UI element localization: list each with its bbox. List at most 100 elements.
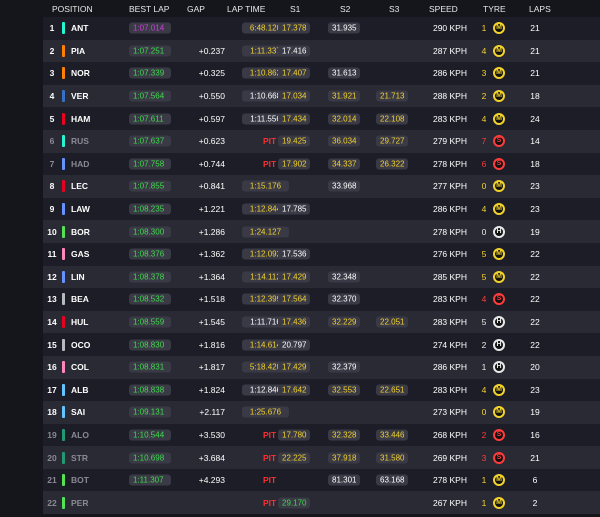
sector-2: 31.935 bbox=[328, 22, 361, 34]
driver-row[interactable]: 14 HUL 1:08.559 +1.545 1:11.716 17.436 32.229 2… bbox=[43, 310, 600, 334]
position: 6 bbox=[49, 136, 55, 147]
team-color-bar bbox=[62, 361, 65, 374]
tyre-age: 4 bbox=[481, 384, 487, 395]
sector-3: 22.108 bbox=[376, 113, 409, 125]
medium-tyre-icon: M bbox=[493, 406, 505, 419]
driver-row[interactable]: 6 RUS 1:07.637 +0.623 PIT 19.425 36.034 29.727 2… bbox=[43, 129, 600, 153]
laps: 24 bbox=[530, 113, 540, 124]
sector-1: 17.785 bbox=[278, 203, 311, 215]
driver-row[interactable]: 20 STR 1:10.698 +3.684 PIT 22.225 37.918 31.580… bbox=[43, 446, 600, 469]
lap-time: 1:24.127 bbox=[242, 226, 289, 238]
sector-1: 17.436 bbox=[278, 316, 311, 328]
tyre-age: 4 bbox=[481, 294, 487, 305]
best-lap: 1:10.698 bbox=[129, 452, 171, 464]
gap: +1.518 bbox=[198, 294, 225, 305]
best-lap: 1:10.544 bbox=[129, 429, 171, 441]
tyre-age: 5 bbox=[481, 317, 487, 328]
pit-indicator: PIT bbox=[263, 136, 277, 147]
best-lap: 1:07.014 bbox=[129, 22, 171, 34]
position: 9 bbox=[49, 204, 55, 215]
driver-row[interactable]: 9 LAW 1:08.235 +1.221 1:12.844 17.785 286 KPH 4… bbox=[43, 197, 600, 221]
best-lap: 1:08.838 bbox=[129, 384, 171, 396]
driver-row[interactable]: 15 OCO 1:08.830 +1.816 1:14.614 20.797 274 KPH… bbox=[43, 333, 600, 356]
laps: 23 bbox=[530, 204, 540, 215]
driver-row[interactable]: 3 NOR 1:07.339 +0.325 1:10.862 17.407 31.613 28… bbox=[43, 62, 600, 85]
hard-tyre-icon: H bbox=[493, 361, 505, 374]
speed: 290 KPH bbox=[432, 23, 467, 34]
driver-row[interactable]: 7 HAD 1:07.758 +0.744 PIT 17.902 34.337 26.322 2… bbox=[43, 152, 600, 176]
driver-code: RUS bbox=[71, 136, 89, 147]
lap-time: 1:15.176 bbox=[242, 180, 289, 192]
team-color-bar bbox=[62, 406, 65, 419]
driver-row[interactable]: 18 SAI 1:09.131 +2.117 1:25.676 273 KPH 0 M 19 bbox=[43, 401, 600, 424]
driver-code: COL bbox=[71, 362, 89, 373]
best-lap: 1:08.235 bbox=[129, 203, 171, 215]
tyre-age: 5 bbox=[481, 249, 487, 260]
driver-code: LEC bbox=[71, 181, 88, 192]
best-lap: 1:07.855 bbox=[129, 180, 171, 192]
position: 18 bbox=[47, 407, 57, 418]
position: 14 bbox=[47, 317, 57, 328]
best-lap: 1:09.131 bbox=[129, 406, 171, 418]
timing-rows: 1 ANT 1:07.014 6:48.120 17.378 31.935 290 KPH 1… bbox=[43, 17, 600, 515]
position: 19 bbox=[47, 429, 57, 440]
position: 8 bbox=[49, 181, 55, 192]
gap: +4.293 bbox=[198, 475, 225, 486]
laps: 22 bbox=[530, 339, 540, 350]
gap: +2.117 bbox=[199, 407, 225, 418]
soft-tyre-icon: S bbox=[493, 157, 505, 170]
speed: 273 KPH bbox=[432, 407, 467, 418]
driver-row[interactable]: 22 PER PIT 29.170 267 KPH 1 M 2 bbox=[43, 491, 600, 515]
laps: 22 bbox=[530, 294, 540, 305]
position: 4 bbox=[49, 91, 55, 102]
driver-row[interactable]: 16 COL 1:08.831 +1.817 5:18.420 17.429 32.379 2… bbox=[43, 355, 600, 379]
sector-2: 31.613 bbox=[328, 67, 361, 79]
sector-2: 32.370 bbox=[328, 293, 361, 305]
gap: +1.816 bbox=[198, 339, 225, 350]
laps: 22 bbox=[530, 271, 540, 282]
header-laps: LAPS bbox=[529, 4, 551, 14]
gap: +0.550 bbox=[198, 91, 225, 102]
header-tyre: TYRE bbox=[483, 4, 506, 14]
driver-row[interactable]: 1 ANT 1:07.014 6:48.120 17.378 31.935 290 KPH 1… bbox=[43, 17, 600, 40]
laps: 18 bbox=[530, 91, 540, 102]
driver-row[interactable]: 11 GAS 1:08.376 +1.362 1:12.092 17.536 276 KPH… bbox=[43, 242, 600, 266]
driver-row[interactable]: 17 ALB 1:08.838 +1.824 1:12.846 17.642 32.553 2… bbox=[43, 378, 600, 402]
driver-row[interactable]: 10 BOR 1:08.300 +1.286 1:24.127 278 KPH 0 H 19 bbox=[43, 220, 600, 243]
sector-2: 32.553 bbox=[328, 384, 361, 396]
team-color-bar bbox=[62, 316, 65, 329]
driver-row[interactable]: 19 ALO 1:10.544 +3.530 PIT 17.780 32.328 33.446… bbox=[43, 423, 600, 447]
driver-code: ANT bbox=[71, 23, 89, 34]
soft-tyre-icon: S bbox=[493, 428, 505, 441]
sector-1: 17.642 bbox=[278, 384, 311, 396]
tyre-age: 1 bbox=[481, 23, 487, 34]
driver-row[interactable]: 4 VER 1:07.564 +0.550 1:10.668 17.034 31.921 21… bbox=[43, 84, 600, 108]
sector-1: 17.434 bbox=[278, 113, 311, 125]
driver-row[interactable]: 13 BEA 1:08.532 +1.518 1:12.399 17.564 32.370 2… bbox=[43, 288, 600, 311]
medium-tyre-icon: M bbox=[493, 203, 505, 216]
driver-row[interactable]: 21 BOT 1:11.307 +4.293 PIT 81.301 63.168 278 KP… bbox=[43, 468, 600, 492]
medium-tyre-icon: M bbox=[493, 90, 505, 103]
laps: 19 bbox=[530, 407, 540, 418]
sector-2: 32.229 bbox=[328, 316, 361, 328]
driver-row[interactable]: 2 PIA 1:07.251 +0.237 1:11.337 17.416 287 KPH 4… bbox=[43, 39, 600, 63]
speed: 274 KPH bbox=[432, 339, 467, 350]
position: 15 bbox=[47, 339, 57, 350]
position: 17 bbox=[47, 384, 57, 395]
timing-header: POSITION BEST LAP GAP LAP TIME S1 S2 S3 … bbox=[43, 0, 600, 17]
pit-indicator: PIT bbox=[263, 158, 277, 169]
sector-3: 29.727 bbox=[376, 135, 409, 147]
sector-3: 63.168 bbox=[376, 474, 409, 486]
position: 12 bbox=[47, 271, 57, 282]
driver-row[interactable]: 5 HAM 1:07.611 +0.597 1:11.556 17.434 32.014 22… bbox=[43, 107, 600, 130]
laps: 20 bbox=[530, 362, 540, 373]
driver-code: GAS bbox=[71, 249, 90, 260]
header-s3: S3 bbox=[389, 4, 400, 14]
gap: +1.286 bbox=[198, 226, 225, 237]
driver-row[interactable]: 8 LEC 1:07.855 +0.841 1:15.176 33.968 277 KPH 0… bbox=[43, 175, 600, 198]
driver-code: BOR bbox=[71, 226, 90, 237]
driver-code: LAW bbox=[71, 204, 90, 215]
driver-row[interactable]: 12 LIN 1:08.378 +1.364 1:14.112 17.429 32.348 2… bbox=[43, 265, 600, 289]
laps: 22 bbox=[530, 249, 540, 260]
team-color-bar bbox=[62, 44, 65, 57]
